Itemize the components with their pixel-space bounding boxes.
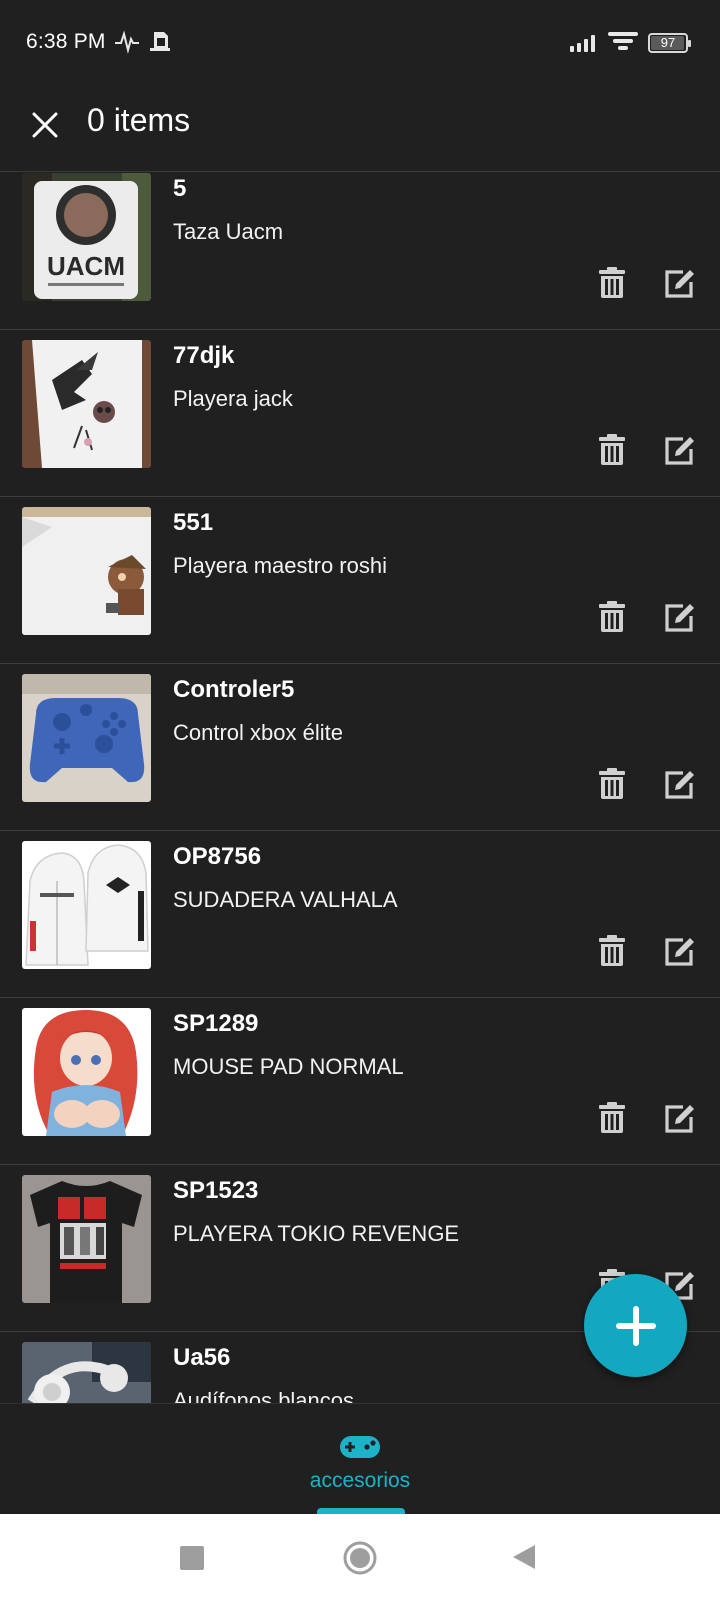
add-item-button[interactable] <box>584 1274 687 1377</box>
items-list-content: UACM 5 Taza Uacm 77djk Playera jack 551 … <box>0 172 720 1403</box>
page-title: 0 items <box>87 102 191 138</box>
edit-icon <box>665 604 694 632</box>
delete-button[interactable] <box>594 933 630 969</box>
delete-button[interactable] <box>594 766 630 802</box>
delete-button[interactable] <box>594 599 630 635</box>
item-image <box>22 507 151 635</box>
recent-apps-button[interactable] <box>180 1546 204 1570</box>
item-name: SUDADERA VALHALA <box>173 887 398 912</box>
battery-icon: 97 <box>648 33 691 53</box>
item-name: Playera maestro roshi <box>173 553 387 578</box>
item-name: MOUSE PAD NORMAL <box>173 1054 404 1079</box>
list-item[interactable]: 77djk Playera jack <box>0 330 720 497</box>
item-name: Audífonos blancos <box>173 1388 355 1403</box>
item-image <box>22 841 151 969</box>
item-name: Taza Uacm <box>173 219 284 244</box>
item-name: Playera jack <box>173 386 293 411</box>
list-item[interactable]: 551 Playera maestro roshi <box>0 497 720 664</box>
back-button[interactable] <box>511 1543 537 1576</box>
system-navigation-bar <box>0 1514 720 1600</box>
items-list[interactable]: UACM 5 Taza Uacm 77djk Playera jack 551 … <box>0 172 720 1403</box>
item-name: PLAYERA TOKIO REVENGE <box>173 1221 460 1246</box>
trash-icon <box>599 267 625 298</box>
edit-button[interactable] <box>661 598 699 636</box>
trash-icon <box>599 768 625 799</box>
trash-icon <box>599 935 625 966</box>
nav-label: accesorios <box>309 1469 411 1492</box>
svg-text:UACM: UACM <box>47 251 125 281</box>
item-code: 551 <box>173 509 214 536</box>
edit-button[interactable] <box>661 932 699 970</box>
pulse-icon <box>114 30 140 59</box>
list-item[interactable]: UACM 5 Taza Uacm <box>0 172 720 330</box>
delete-button[interactable] <box>594 432 630 468</box>
trash-icon <box>599 1102 625 1133</box>
edit-button[interactable] <box>661 264 699 302</box>
edit-icon <box>665 1105 694 1133</box>
item-image: UACM <box>22 173 151 301</box>
signal-icon <box>570 34 598 57</box>
plus-icon <box>615 1305 656 1346</box>
sim-icon <box>149 30 171 59</box>
delete-button[interactable] <box>594 265 630 301</box>
item-code: Ua56 <box>173 1344 231 1371</box>
trash-icon <box>599 601 625 632</box>
home-button[interactable] <box>342 1540 378 1576</box>
list-item[interactable]: SP1289 MOUSE PAD NORMAL <box>0 998 720 1165</box>
item-code: Controler5 <box>173 676 295 703</box>
gamepad-icon <box>339 1434 381 1465</box>
edit-button[interactable] <box>661 765 699 803</box>
status-time: 6:38 PM <box>26 30 106 53</box>
edit-icon <box>665 270 694 298</box>
trash-icon <box>599 434 625 465</box>
close-icon <box>32 112 58 138</box>
item-image <box>22 674 151 802</box>
item-code: OP8756 <box>173 843 262 870</box>
list-item[interactable]: OP8756 SUDADERA VALHALA <box>0 831 720 998</box>
item-code: SP1289 <box>173 1010 259 1037</box>
item-code: SP1523 <box>173 1177 259 1204</box>
wifi-icon <box>607 30 639 59</box>
edit-icon <box>665 771 694 799</box>
battery-level: 97 <box>660 35 676 50</box>
item-code: 77djk <box>173 342 235 369</box>
edit-button[interactable] <box>661 1099 699 1137</box>
bottom-nav: accesorios <box>0 1403 720 1515</box>
list-item[interactable]: Controler5 Control xbox élite <box>0 664 720 831</box>
delete-button[interactable] <box>594 1100 630 1136</box>
item-image <box>22 1342 151 1403</box>
item-image <box>22 1008 151 1136</box>
edit-button[interactable] <box>661 431 699 469</box>
item-image <box>22 1175 151 1303</box>
item-image <box>22 340 151 468</box>
close-button[interactable] <box>24 104 66 146</box>
item-name: Control xbox élite <box>173 720 343 745</box>
edit-icon <box>665 938 694 966</box>
item-code: 5 <box>173 175 187 202</box>
edit-icon <box>665 437 694 465</box>
app-bar: 0 items <box>0 88 720 172</box>
status-bar: 6:38 PM 97 <box>0 0 720 88</box>
nav-item-accesorios[interactable]: accesorios <box>280 1404 440 1515</box>
